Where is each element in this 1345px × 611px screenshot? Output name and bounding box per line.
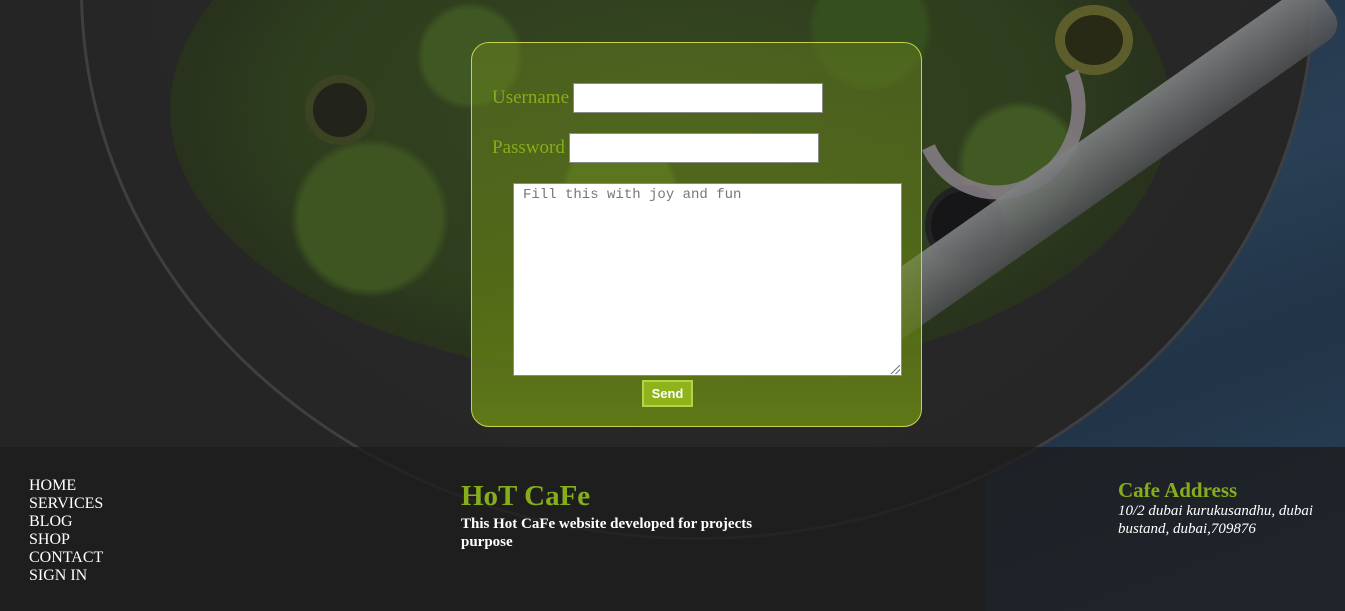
send-button[interactable]: Send [642,380,693,407]
nav-item-services[interactable]: SERVICES [29,495,103,513]
password-row: Password [492,133,819,163]
nav-item-sign-in[interactable]: SIGN IN [29,567,103,585]
brand-title: HoT CaFe [461,480,591,512]
nav-item-contact[interactable]: CONTACT [29,549,103,567]
footer: HOME SERVICES BLOG SHOP CONTACT SIGN IN … [0,447,1345,611]
resize-grip-icon[interactable] [891,365,900,374]
footer-nav: HOME SERVICES BLOG SHOP CONTACT SIGN IN [29,477,103,585]
message-textarea[interactable] [513,183,902,376]
contact-form: Username Password Send [471,42,922,427]
password-label: Password [492,137,565,158]
brand-block: HoT CaFe This Hot CaFe website developed… [461,479,771,551]
nav-item-home[interactable]: HOME [29,477,103,495]
nav-item-shop[interactable]: SHOP [29,531,103,549]
password-input[interactable] [568,133,819,163]
username-input[interactable] [573,83,824,113]
brand-description: This Hot CaFe website developed for proj… [461,516,753,550]
nav-item-blog[interactable]: BLOG [29,513,103,531]
address-text: 10/2 dubai kurukusandhu, dubai bustand, … [1118,503,1313,537]
address-block: Cafe Address 10/2 dubai kurukusandhu, du… [1118,478,1328,538]
username-row: Username [492,83,824,113]
username-label: Username [492,87,570,108]
address-title: Cafe Address [1118,478,1238,502]
